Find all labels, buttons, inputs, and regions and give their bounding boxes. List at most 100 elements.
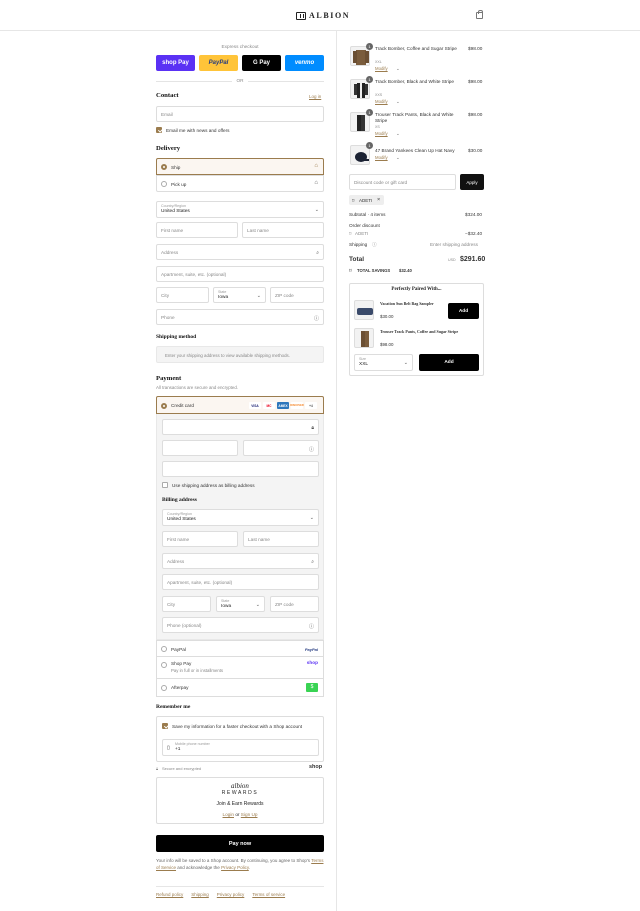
help-icon[interactable]: ⓘ bbox=[309, 446, 314, 453]
ship-radio[interactable] bbox=[161, 164, 167, 170]
cart-item-name: Track Bomber, Black and White Stripe bbox=[375, 79, 455, 84]
city-field[interactable]: City bbox=[156, 287, 209, 303]
chevron-down-icon[interactable]: ⌄ bbox=[396, 131, 400, 137]
upsell-add-button[interactable]: Add bbox=[448, 303, 479, 319]
billing-first-name-field[interactable]: First name bbox=[162, 531, 238, 547]
paypal-button[interactable]: PayPal bbox=[199, 55, 238, 71]
legal-text-2: and acknowledge the bbox=[177, 865, 220, 870]
paypal-label: PayPal bbox=[171, 646, 186, 652]
shipping-link[interactable]: Shipping bbox=[191, 892, 209, 897]
size-select[interactable]: Size XXL ⌄ bbox=[354, 354, 413, 371]
billing-country-select[interactable]: Country/Region United States ⌄ bbox=[162, 509, 319, 526]
cart-item-modify-link[interactable]: Modify bbox=[375, 155, 388, 160]
use-shipping-checkbox[interactable] bbox=[162, 482, 168, 488]
news-checkbox[interactable] bbox=[156, 127, 162, 133]
rewards-or: or bbox=[235, 812, 240, 817]
pants-image-icon bbox=[357, 115, 365, 131]
shop-pay-radio[interactable] bbox=[161, 662, 167, 668]
upsell-thumbnail bbox=[354, 300, 374, 320]
billing-last-name-field[interactable]: Last name bbox=[243, 531, 319, 547]
afterpay-option[interactable]: Afterpay $ bbox=[156, 679, 324, 697]
billing-phone-field[interactable]: Phone (optional) ⓘ bbox=[162, 617, 319, 633]
rewards-box: albion REWARDS Join & Earn Rewards Login… bbox=[156, 777, 324, 824]
credit-card-label: Credit card bbox=[171, 403, 194, 408]
zip-field[interactable]: ZIP code bbox=[270, 287, 324, 303]
shipping-value: Enter shipping address bbox=[430, 242, 478, 247]
rewards-word: REWARDS bbox=[221, 790, 259, 796]
rewards-login-link[interactable]: Login bbox=[223, 812, 234, 817]
country-select[interactable]: Country/Region United States ⌄ bbox=[156, 201, 324, 218]
secure-lock-icon: 🔒︎ bbox=[156, 766, 159, 771]
privacy-policy-link[interactable]: Privacy policy bbox=[217, 892, 245, 897]
cart-item-modify-link[interactable]: Modify bbox=[375, 131, 388, 136]
paypal-option[interactable]: PayPal PayPal bbox=[156, 640, 324, 657]
order-discount-label: Order discount bbox=[349, 223, 380, 228]
pickup-radio[interactable] bbox=[161, 181, 167, 187]
ship-option[interactable]: Ship ⌂ bbox=[156, 158, 324, 175]
upsell-add-button[interactable]: Add bbox=[419, 354, 479, 371]
apartment-placeholder: Apartment, suite, etc. (optional) bbox=[161, 271, 227, 277]
chevron-down-icon[interactable]: ⌄ bbox=[396, 99, 400, 105]
billing-state-value: Iowa bbox=[221, 604, 232, 609]
login-link[interactable]: Log in bbox=[309, 94, 321, 99]
venmo-button[interactable]: venmo bbox=[285, 55, 324, 71]
shopping-bag-icon[interactable] bbox=[476, 10, 483, 19]
security-code-field[interactable]: ⓘ bbox=[243, 440, 319, 456]
credit-card-radio[interactable] bbox=[161, 402, 167, 409]
pickup-option[interactable]: Pick up ⌂ bbox=[156, 175, 324, 192]
help-icon[interactable]: ⓘ bbox=[309, 623, 314, 630]
shop-pay-option[interactable]: Shop Pay Pay in full or in installments … bbox=[156, 657, 324, 679]
google-pay-button[interactable]: G Pay bbox=[242, 55, 281, 71]
help-icon[interactable]: ⓘ bbox=[314, 315, 319, 322]
chevron-down-icon: ⌄ bbox=[256, 293, 261, 299]
paypal-logo-icon: PayPal bbox=[304, 646, 318, 652]
amex-icon: AMEX bbox=[277, 402, 289, 409]
billing-zip-field[interactable]: ZIP code bbox=[270, 596, 319, 612]
shipping-method-note: Enter your shipping address to view avai… bbox=[165, 352, 290, 358]
privacy-link[interactable]: Privacy Policy bbox=[221, 865, 249, 870]
last-name-field[interactable]: Last name bbox=[242, 222, 324, 238]
email-placeholder: Email bbox=[161, 111, 173, 117]
paypal-radio[interactable] bbox=[161, 646, 167, 652]
shop-pay-button[interactable]: shop Pay bbox=[156, 55, 195, 71]
name-on-card-field[interactable] bbox=[162, 461, 319, 477]
first-name-field[interactable]: First name bbox=[156, 222, 238, 238]
payment-heading: Payment bbox=[156, 375, 182, 382]
apartment-field[interactable]: Apartment, suite, etc. (optional) bbox=[156, 266, 324, 282]
cart-item-modify-link[interactable]: Modify bbox=[375, 66, 388, 71]
address-field[interactable]: Address ⌕ bbox=[156, 244, 324, 260]
brand-logo[interactable]: ALBION bbox=[296, 11, 350, 20]
ship-label: Ship bbox=[171, 164, 181, 170]
billing-apartment-field[interactable]: Apartment, suite, etc. (optional) bbox=[162, 574, 319, 590]
mobile-phone-label: Mobile phone number bbox=[175, 742, 210, 746]
rewards-signup-link[interactable]: Sign Up bbox=[241, 812, 258, 817]
chevron-down-icon[interactable]: ⌄ bbox=[396, 155, 400, 161]
afterpay-radio[interactable] bbox=[161, 684, 167, 691]
card-number-field[interactable]: 🔒︎ bbox=[162, 419, 319, 435]
billing-state-label: State bbox=[221, 599, 230, 603]
remember-me-heading: Remember me bbox=[156, 704, 191, 710]
mobile-phone-field[interactable]: ▯ Mobile phone number +1 bbox=[162, 739, 319, 756]
expiration-field[interactable] bbox=[162, 440, 238, 456]
order-discount-code: ADETI bbox=[355, 231, 369, 236]
cart-item-variant: XXS bbox=[375, 93, 383, 97]
state-select[interactable]: State Iowa ⌄ bbox=[213, 287, 266, 303]
cart-item-modify-link[interactable]: Modify bbox=[375, 99, 388, 104]
shipping-help-icon[interactable]: ⓘ bbox=[372, 242, 377, 248]
chevron-down-icon[interactable]: ⌄ bbox=[396, 66, 400, 72]
save-info-checkbox[interactable] bbox=[162, 723, 168, 729]
billing-address-field[interactable]: Address ⌕ bbox=[162, 553, 319, 569]
visa-icon: VISA bbox=[249, 402, 261, 409]
afterpay-label: Afterpay bbox=[171, 685, 189, 690]
refund-policy-link[interactable]: Refund policy bbox=[156, 892, 183, 897]
billing-state-select[interactable]: State Iowa ⌄ bbox=[216, 596, 265, 612]
discount-code-field[interactable]: Discount code or gift card bbox=[349, 174, 456, 190]
shipping-method-heading: Shipping method bbox=[156, 334, 197, 340]
email-field[interactable]: Email bbox=[156, 106, 324, 122]
apply-button[interactable]: Apply bbox=[460, 174, 484, 190]
remove-icon[interactable]: × bbox=[377, 197, 380, 203]
billing-city-field[interactable]: City bbox=[162, 596, 211, 612]
terms-of-service-link[interactable]: Terms of service bbox=[252, 892, 285, 897]
pay-now-button[interactable]: Pay now bbox=[156, 835, 324, 852]
phone-field[interactable]: Phone ⓘ bbox=[156, 309, 324, 325]
